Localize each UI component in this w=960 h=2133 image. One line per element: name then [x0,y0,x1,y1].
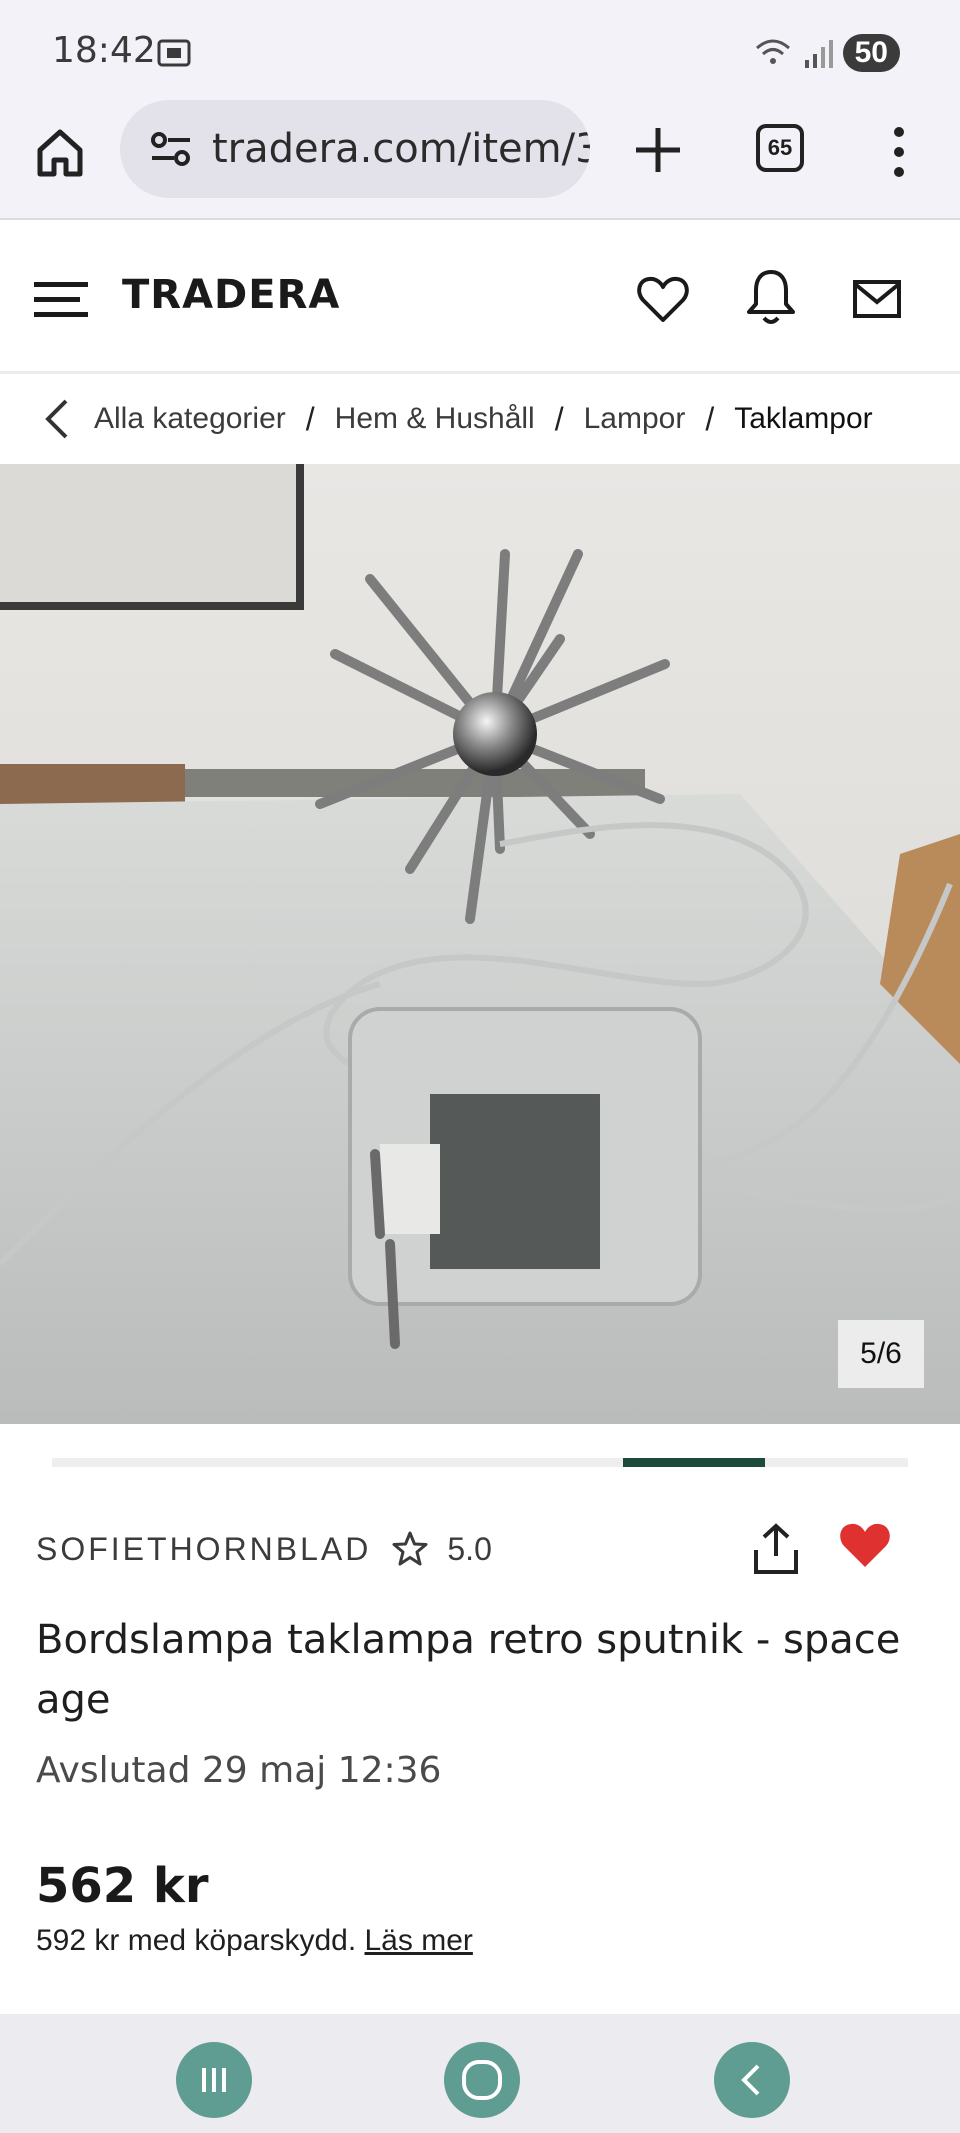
status-indicators: 50 [753,34,900,72]
breadcrumb-item[interactable]: Hem & Hushåll [335,402,535,436]
product-image[interactable]: 5/6 [0,464,960,1424]
home-icon[interactable] [30,122,90,182]
home-circle-icon [462,2060,502,2100]
url-text: tradera.com/item/30 [212,126,590,172]
bell-icon[interactable] [744,266,798,328]
menu-icon[interactable] [34,280,88,320]
buyer-protection: 592 kr med köparskydd. Läs mer [36,1924,473,1958]
home-nav-button[interactable] [444,2042,520,2118]
buyer-protection-text: 592 kr med köparskydd. [36,1924,357,1957]
status-bar: 18:42 50 [0,0,960,100]
wifi-icon [755,39,790,64]
favorite-heart-icon[interactable] [838,1520,892,1570]
breadcrumb-current[interactable]: Taklampor [734,402,872,436]
battery-icon: 50 [842,34,900,72]
recent-apps-button[interactable] [176,2042,252,2118]
seller-name[interactable]: SOFIETHORNBLAD [36,1531,371,1568]
more-vert-icon[interactable] [878,122,920,182]
mail-icon[interactable] [852,274,902,324]
address-bar[interactable]: tradera.com/item/30 [120,100,590,198]
chevron-left-icon[interactable] [40,397,76,441]
listing-ended: Avslutad 29 maj 12:36 [36,1750,442,1791]
breadcrumb-item[interactable]: Lampor [584,402,686,436]
breadcrumb-separator: / [305,400,315,437]
tabs-icon[interactable]: 65 [756,124,804,172]
plus-icon[interactable] [628,120,688,180]
breadcrumb-separator: / [705,400,715,437]
back-icon [741,2064,760,2096]
image-counter: 5/6 [838,1320,924,1388]
image-counter-text: 5/6 [860,1337,902,1370]
signal-icon [804,40,833,68]
breadcrumb-separator: / [554,400,564,437]
tab-count: 65 [767,135,793,160]
tradera-logo[interactable]: TRADERA [122,272,340,318]
system-navbar [0,2014,960,2133]
read-more-link[interactable]: Läs mer [365,1924,473,1957]
breadcrumb: Alla kategorier / Hem & Hushåll / Lampor… [0,376,960,462]
star-icon [392,1531,428,1566]
gallery-progress-fill [622,1458,766,1467]
back-nav-button[interactable] [714,2042,790,2118]
site-settings-icon[interactable] [150,131,192,167]
browser-toolbar: tradera.com/item/30 65 [0,100,960,220]
gallery-progress [52,1458,908,1467]
breadcrumb-item[interactable]: Alla kategorier [94,402,286,436]
heart-icon[interactable] [636,272,690,326]
status-time: 18:42 [52,30,156,71]
share-icon[interactable] [752,1522,800,1576]
seller-rating: 5.0 [447,1530,492,1567]
screenshot-icon [157,39,191,67]
listing-title: Bordslampa taklampa retro sputnik - spac… [36,1617,901,1723]
site-header: TRADERA [0,222,960,374]
listing-price: 562 kr [36,1858,209,1914]
product-photo-illustration [0,464,960,1424]
recent-apps-icon [202,2068,226,2092]
